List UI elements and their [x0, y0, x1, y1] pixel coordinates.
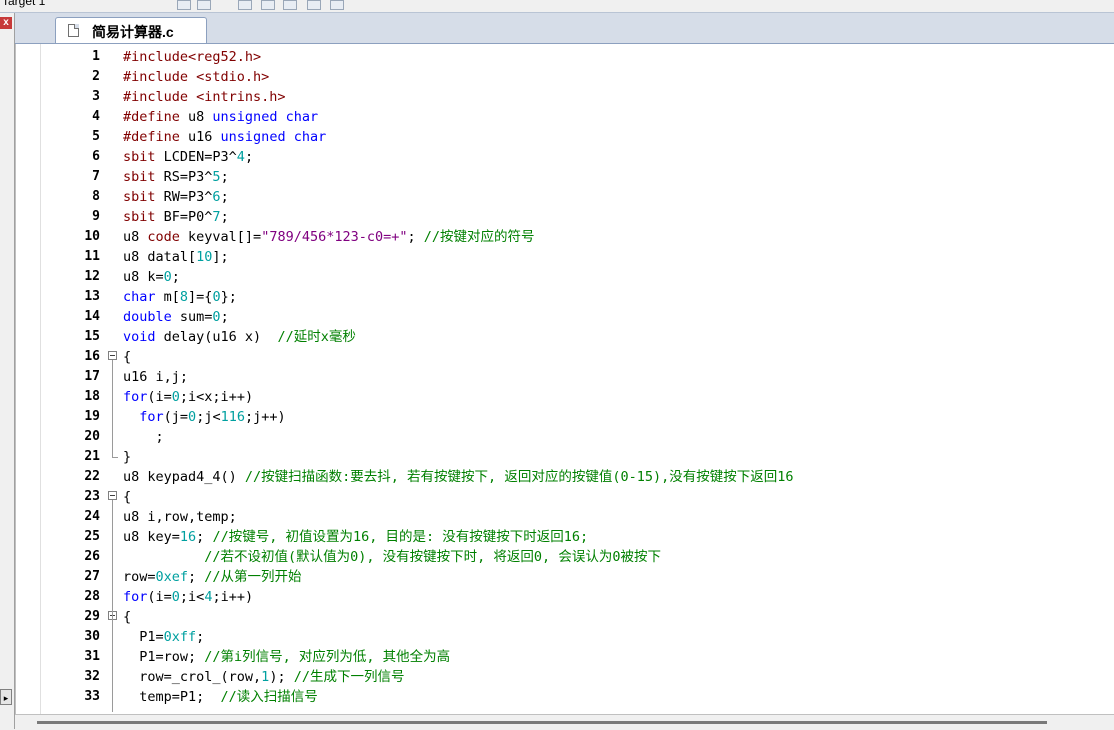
- code-text: row=_crol_(row,1); //生成下一列信号: [123, 669, 405, 685]
- line-number: 32: [84, 669, 100, 684]
- line-number: 23: [84, 489, 100, 504]
- line-number: 21: [84, 449, 100, 464]
- code-text: double sum=0;: [123, 309, 229, 325]
- code-text: ;: [123, 429, 164, 445]
- line-number: 10: [84, 229, 100, 244]
- code-text: #define u16 unsigned char: [123, 129, 327, 145]
- code-text: sbit LCDEN=P3^4;: [123, 149, 254, 165]
- code-text: {: [123, 489, 132, 505]
- line-number: 11: [84, 249, 100, 264]
- line-number: 7: [92, 169, 100, 184]
- pack-installer-icon[interactable]: [307, 0, 321, 10]
- code-text: char m[8]={0};: [123, 289, 237, 305]
- line-number: 26: [84, 549, 100, 564]
- code-text: }: [123, 449, 132, 465]
- line-number: 5: [92, 129, 100, 144]
- code-editor[interactable]: 1 #include<reg52.h> 2 #include <stdio.h> 3 #i…: [15, 44, 1114, 714]
- code-text: for(j=0;j<116;j++): [139, 409, 286, 425]
- code-text: sbit BF=P0^7;: [123, 209, 229, 225]
- manage-components-icon[interactable]: [238, 0, 252, 10]
- line-number: 22: [84, 469, 100, 484]
- line-number: 24: [84, 509, 100, 524]
- line-number: 4: [92, 109, 100, 124]
- code-text: u8 datal[10];: [123, 249, 229, 265]
- code-text: P1=row; //第i列信号, 对应列为低, 其他全为高: [123, 649, 451, 665]
- code-text: //若不设初值(默认值为0), 没有按键按下时, 将返回0, 会误认为0被按下: [204, 549, 661, 565]
- editor-tab-bar: 简易计算器.c: [15, 13, 1114, 44]
- line-number: 2: [92, 69, 100, 84]
- dropdown-arrow-icon[interactable]: [177, 0, 191, 10]
- project-panel: [0, 13, 15, 729]
- line-number: 1: [92, 49, 100, 64]
- line-number: 27: [84, 569, 100, 584]
- fold-collapse-icon[interactable]: [108, 351, 117, 360]
- select-packs-icon[interactable]: [261, 0, 275, 10]
- code-text: sbit RW=P3^6;: [123, 189, 229, 205]
- line-number: 29: [84, 609, 100, 624]
- code-text: #include <intrins.h>: [123, 89, 286, 105]
- options-icon[interactable]: [197, 0, 211, 10]
- line-number: 15: [84, 329, 100, 344]
- code-text: temp=P1; //读入扫描信号: [123, 689, 318, 705]
- code-text: P1=0xff;: [123, 629, 205, 645]
- scroll-right-icon[interactable]: ▸: [0, 689, 12, 705]
- fold-collapse-icon[interactable]: [108, 491, 117, 500]
- fold-guide: [112, 500, 113, 712]
- editor-gutter: [26, 44, 41, 714]
- manage-icon[interactable]: [330, 0, 344, 10]
- line-number: 3: [92, 89, 100, 104]
- file-icon: [68, 24, 79, 37]
- code-text: {: [123, 609, 132, 625]
- line-number: 13: [84, 289, 100, 304]
- line-number: 19: [84, 409, 100, 424]
- line-number: 12: [84, 269, 100, 284]
- code-text: #include <stdio.h>: [123, 69, 270, 85]
- tab-file[interactable]: 简易计算器.c: [55, 17, 207, 43]
- code-text: row=0xef; //从第一列开始: [123, 569, 302, 585]
- toolbar: Target 1: [0, 0, 1114, 13]
- diamond-icon[interactable]: [283, 0, 297, 10]
- code-text: u8 k=0;: [123, 269, 180, 285]
- line-number: 16: [84, 349, 100, 364]
- line-number: 33: [84, 689, 100, 704]
- code-text: u8 keypad4_4() //按键扫描函数:要去抖, 若有按键按下, 返回对…: [123, 469, 794, 485]
- code-text: #include<reg52.h>: [123, 49, 262, 65]
- code-text: u8 i,row,temp;: [123, 509, 237, 525]
- code-text: u8 code keyval[]="789/456*123-c0=+"; //按…: [123, 229, 535, 245]
- line-number: 6: [92, 149, 100, 164]
- code-text: {: [123, 349, 132, 365]
- line-number: 9: [92, 209, 100, 224]
- line-number: 20: [84, 429, 100, 444]
- code-text: u16 i,j;: [123, 369, 189, 385]
- code-text: u8 key=16; //按键号, 初值设置为16, 目的是: 没有按键按下时返…: [123, 529, 589, 545]
- line-number: 31: [84, 649, 100, 664]
- code-text: for(i=0;i<x;i++): [123, 389, 254, 405]
- tab-file-label: 简易计算器.c: [92, 24, 174, 40]
- code-text: #define u8 unsigned char: [123, 109, 319, 125]
- fold-guide: [112, 360, 113, 457]
- line-number: 30: [84, 629, 100, 644]
- line-number: 28: [84, 589, 100, 604]
- target-selector[interactable]: Target 1: [2, 0, 45, 8]
- code-text: for(i=0;i<4;i++): [123, 589, 254, 605]
- scrollbar-thumb[interactable]: [37, 721, 1047, 724]
- fold-end-marker: [112, 457, 118, 458]
- line-number: 17: [84, 369, 100, 384]
- line-number: 25: [84, 529, 100, 544]
- line-number: 8: [92, 189, 100, 204]
- horizontal-scrollbar[interactable]: [15, 714, 1114, 730]
- code-text: sbit RS=P3^5;: [123, 169, 229, 185]
- code-text: void delay(u16 x) //延时x毫秒: [123, 329, 356, 345]
- line-number: 14: [84, 309, 100, 324]
- close-icon[interactable]: x: [0, 17, 12, 29]
- line-number: 18: [84, 389, 100, 404]
